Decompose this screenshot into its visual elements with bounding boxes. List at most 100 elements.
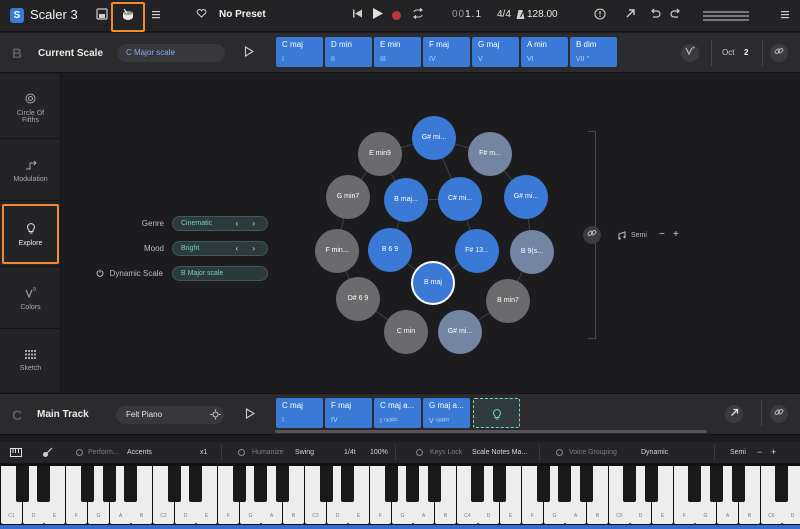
keyboard-icon[interactable] — [10, 448, 22, 459]
piano-black-key[interactable] — [276, 466, 289, 502]
skip-back-icon[interactable] — [349, 8, 365, 24]
chord-node[interactable]: G# mi... — [412, 116, 456, 160]
humanize-amount[interactable]: 100% — [370, 449, 388, 456]
link-icon[interactable] — [770, 405, 788, 423]
octave-value[interactable]: 2 — [744, 48, 748, 57]
instrument-settings-icon[interactable] — [210, 409, 221, 422]
sidebar-item-modulation[interactable]: Modulation — [0, 160, 61, 183]
perform-toggle[interactable] — [76, 449, 83, 456]
humanize-division[interactable]: 1/4t — [344, 449, 356, 456]
piano-black-key[interactable] — [732, 466, 745, 502]
chord-node[interactable]: D# 6 9 — [336, 277, 380, 321]
chord-node[interactable]: F min... — [315, 229, 359, 273]
chord-node[interactable]: G# mi... — [438, 310, 482, 354]
piano-black-key[interactable] — [341, 466, 354, 502]
guitar-icon[interactable] — [42, 447, 53, 460]
chord-node[interactable]: B maj... — [384, 178, 428, 222]
scale-chord-pad[interactable]: F maj IV — [423, 37, 470, 67]
humanize-value[interactable]: Swing — [295, 449, 314, 456]
settings-menu-icon[interactable] — [777, 8, 793, 24]
play-track-icon[interactable] — [245, 408, 256, 421]
chord-node-selected[interactable]: B maj — [411, 261, 455, 305]
undo-icon[interactable] — [647, 8, 663, 24]
track-chord-pad[interactable]: C maj I — [276, 398, 323, 428]
export-arrow-icon[interactable] — [622, 8, 638, 24]
scale-select[interactable]: C Major scale — [117, 44, 225, 62]
piano-black-key[interactable] — [710, 466, 723, 502]
humanize-toggle[interactable] — [238, 449, 245, 456]
piano-black-key[interactable] — [233, 466, 246, 502]
piano-black-key[interactable] — [537, 466, 550, 502]
chord-node[interactable]: C# mi... — [438, 177, 482, 221]
genre-select[interactable]: Cinematic ‹ › — [172, 216, 268, 231]
chord-node[interactable]: B min7 — [486, 279, 530, 323]
semitone-increase-button[interactable]: + — [771, 447, 776, 457]
scale-chord-pad[interactable]: C maj I — [276, 37, 323, 67]
chord-node[interactable]: G# mi... — [504, 175, 548, 219]
scale-chord-pad[interactable]: A min VI — [521, 37, 568, 67]
chord-node[interactable]: F# 13... — [455, 229, 499, 273]
chord-node[interactable]: F# m... — [468, 132, 512, 176]
perform-multiplier[interactable]: x1 — [200, 449, 207, 456]
piano-black-key[interactable] — [623, 466, 636, 502]
chord-node[interactable]: B 6 9 — [368, 228, 412, 272]
piano-black-key[interactable] — [406, 466, 419, 502]
piano-black-key[interactable] — [775, 466, 788, 502]
play-scale-icon[interactable] — [244, 46, 255, 59]
mood-select[interactable]: Bright ‹ › — [172, 241, 268, 256]
piano-black-key[interactable] — [320, 466, 333, 502]
mood-arrows-icon[interactable]: ‹ › — [235, 242, 261, 255]
scale-chord-pad[interactable]: G maj V — [472, 37, 519, 67]
piano-black-key[interactable] — [37, 466, 50, 502]
piano-black-key[interactable] — [254, 466, 267, 502]
scale-chord-pad[interactable]: E min III — [374, 37, 421, 67]
piano-black-key[interactable] — [385, 466, 398, 502]
piano-black-key[interactable] — [688, 466, 701, 502]
link-icon[interactable] — [583, 226, 601, 244]
info-icon[interactable] — [592, 8, 608, 24]
piano-black-key[interactable] — [124, 466, 137, 502]
record-icon[interactable] — [392, 11, 401, 20]
piano-black-key[interactable] — [189, 466, 202, 502]
time-signature[interactable]: 4/4 — [497, 9, 511, 20]
add-chord-slot[interactable] — [473, 398, 520, 428]
piano-black-key[interactable] — [428, 466, 441, 502]
piano-black-key[interactable] — [493, 466, 506, 502]
dynamic-scale-select[interactable]: B Major scale — [172, 266, 268, 281]
scale-chord-pad[interactable]: D min II — [325, 37, 372, 67]
piano-black-key[interactable] — [471, 466, 484, 502]
sidebar-item-colors[interactable]: 9 Colors — [0, 287, 61, 311]
track-scrollbar[interactable] — [275, 430, 707, 433]
tempo-value[interactable]: 128.00 — [527, 9, 558, 20]
semitone-increase-button[interactable]: + — [673, 229, 679, 240]
track-chord-pad[interactable]: G maj a... V ⁽ᵃᵈᵈ²⁾ — [423, 398, 470, 428]
genre-arrows-icon[interactable]: ‹ › — [235, 217, 261, 230]
chord-node[interactable]: G min7 — [326, 175, 370, 219]
redo-icon[interactable] — [668, 8, 684, 24]
save-icon[interactable] — [94, 8, 110, 24]
keys-lock-toggle[interactable] — [416, 449, 423, 456]
voice-grouping-toggle[interactable] — [556, 449, 563, 456]
voicing-icon[interactable] — [681, 44, 699, 62]
voice-grouping-value[interactable]: Dynamic — [641, 449, 668, 456]
semitone-decrease-button[interactable]: − — [659, 229, 665, 240]
piano-black-key[interactable] — [81, 466, 94, 502]
drum-view-icon[interactable] — [120, 8, 136, 24]
sidebar-item-sketch[interactable]: Sketch — [0, 350, 61, 372]
piano-black-key[interactable] — [580, 466, 593, 502]
menu-icon[interactable] — [148, 8, 164, 24]
track-chord-pad[interactable]: C maj a... I ⁽ᵃᵈᵈ²⁾ — [374, 398, 421, 428]
perform-value[interactable]: Accents — [127, 449, 152, 456]
instrument-select[interactable]: Felt Piano — [116, 406, 224, 424]
chord-node[interactable]: E min9 — [358, 132, 402, 176]
preset-name[interactable]: No Preset — [219, 9, 266, 20]
link-icon[interactable] — [770, 44, 788, 62]
sidebar-item-circle-of-fifths[interactable]: Circle Of Fifths — [0, 93, 61, 124]
heart-icon[interactable] — [193, 8, 209, 24]
play-icon[interactable] — [369, 7, 385, 23]
chord-node[interactable]: C min — [384, 310, 428, 354]
piano-black-key[interactable] — [103, 466, 116, 502]
piano-black-key[interactable] — [168, 466, 181, 502]
track-chord-pad[interactable]: F maj IV — [325, 398, 372, 428]
chord-node[interactable]: B 9(s... — [510, 230, 554, 274]
